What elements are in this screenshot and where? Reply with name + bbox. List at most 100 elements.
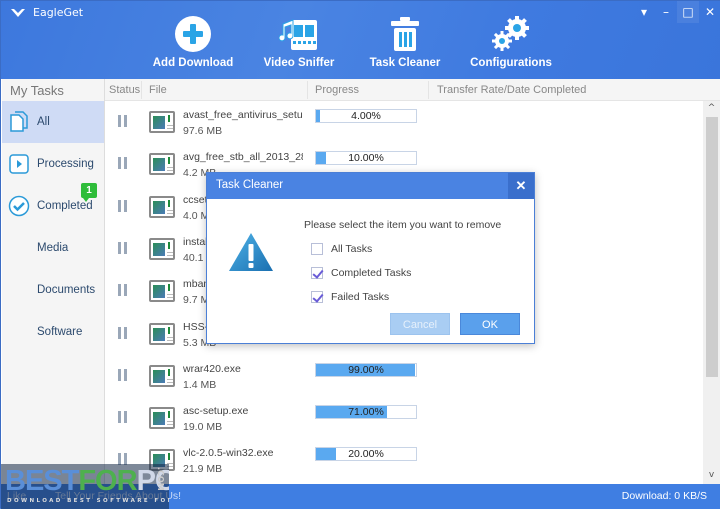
task-file-name: avast_free_antivirus_setup [183, 109, 303, 121]
sidebar-item-completed[interactable]: Completed 1 [2, 183, 104, 227]
task-progress-bar: 10.00% [315, 151, 417, 166]
main-toolbar: Add Download Video Sniffer Task Cleaner … [141, 13, 565, 69]
checkbox-label: All Tasks [331, 243, 373, 255]
file-type-icon [149, 322, 175, 345]
add-download-label: Add Download [152, 57, 234, 69]
pause-icon[interactable] [118, 368, 128, 381]
column-header: Status File Progress Transfer Rate/Date … [105, 79, 720, 101]
eagle-logo-icon [11, 8, 25, 17]
task-row[interactable]: avast_free_antivirus_setup 97.6 MB 4.00% [105, 101, 703, 143]
progress-text: 99.00% [348, 363, 384, 376]
sidebar-title: My Tasks [10, 83, 64, 98]
scroll-down-icon[interactable]: v [703, 470, 720, 484]
app-title: EagleGet [11, 6, 83, 19]
download-speed: Download: 0 KB/S [621, 490, 707, 502]
completed-tasks-checkbox[interactable]: Completed Tasks [311, 267, 411, 279]
task-row[interactable]: asc-setup.exe 19.0 MB 71.00% [105, 397, 703, 439]
failed-tasks-checkbox[interactable]: Failed Tasks [311, 291, 389, 303]
pause-icon[interactable] [118, 326, 128, 339]
pause-icon[interactable] [118, 241, 128, 254]
column-progress[interactable]: Progress [315, 84, 359, 96]
sidebar: My Tasks All Processing Completed 1 Medi… [2, 79, 105, 484]
watermark-part2: FOR [78, 465, 137, 497]
sidebar-item-label: All [37, 116, 50, 128]
sidebar-item-media[interactable]: Media [2, 227, 104, 269]
task-cleaner-dialog: Task Cleaner ✕ Please select the item yo… [206, 172, 535, 344]
watermark-part1: BEST [5, 465, 79, 497]
task-cleaner-label: Task Cleaner [369, 57, 441, 69]
progress-text: 10.00% [348, 152, 384, 165]
column-transfer-rate[interactable]: Transfer Rate/Date Completed [437, 84, 586, 96]
maximize-button[interactable]: □ [677, 1, 699, 23]
sidebar-item-label: Software [37, 326, 83, 338]
file-type-icon [149, 153, 175, 176]
task-file-size: 19.0 MB [183, 421, 223, 434]
file-type-icon [149, 364, 175, 387]
pause-icon[interactable] [118, 284, 128, 297]
plus-circle-icon [175, 16, 211, 52]
window-controls: ▾ – □ ✕ [633, 1, 720, 23]
checkbox-box[interactable] [311, 243, 323, 255]
app-title-text: EagleGet [33, 6, 84, 19]
sidebar-item-processing[interactable]: Processing [2, 143, 104, 185]
completed-count-badge: 1 [81, 183, 97, 202]
checkbox-label: Failed Tasks [331, 291, 390, 303]
check-circle-icon [8, 195, 30, 217]
column-status[interactable]: Status [109, 84, 140, 96]
scroll-up-icon[interactable]: ^ [703, 103, 720, 117]
add-download-button[interactable]: Add Download [141, 13, 245, 69]
task-file-name: avg_free_stb_all_2013_2805 [183, 151, 303, 164]
checkbox-label: Completed Tasks [331, 267, 412, 279]
watermark: BESTFORPC .COM DOWNLOAD BEST SOFTWARE FO… [1, 464, 169, 509]
file-type-icon [149, 280, 175, 303]
file-type-icon [149, 111, 175, 133]
sidebar-item-documents[interactable]: Documents [2, 269, 104, 311]
close-button[interactable]: ✕ [699, 1, 720, 23]
all-tasks-checkbox[interactable]: All Tasks [311, 243, 372, 255]
dialog-message: Please select the item you want to remov… [304, 219, 502, 231]
video-sniffer-label: Video Sniffer [263, 57, 335, 69]
sidebar-item-label: Documents [37, 284, 96, 296]
scroll-thumb[interactable] [706, 117, 718, 377]
dialog-title: Task Cleaner [216, 179, 284, 191]
documents-icon [10, 111, 28, 132]
dialog-close-button[interactable]: ✕ [508, 173, 534, 199]
cancel-button[interactable]: Cancel [390, 313, 450, 335]
vertical-scrollbar[interactable]: ^ v [703, 101, 720, 484]
watermark-tagline: DOWNLOAD BEST SOFTWARE FOREVER [7, 498, 169, 504]
file-type-icon [149, 195, 175, 218]
task-cleaner-button[interactable]: Task Cleaner [353, 13, 457, 69]
film-music-icon [279, 19, 317, 50]
menu-dropdown-button[interactable]: ▾ [633, 1, 655, 23]
trash-icon [391, 17, 419, 51]
task-file-name: vlc-2.0.5-win32.exe [183, 447, 274, 460]
sidebar-item-software[interactable]: Software [2, 311, 104, 353]
column-file[interactable]: File [149, 84, 167, 96]
play-icon [9, 154, 29, 174]
checkbox-box[interactable] [311, 291, 323, 303]
task-row[interactable]: vlc-2.0.5-win32.exe 21.9 MB 20.00% [105, 439, 703, 481]
pause-icon[interactable] [118, 157, 128, 170]
file-type-icon [149, 407, 175, 430]
pause-icon[interactable] [118, 115, 128, 127]
pause-icon[interactable] [118, 411, 128, 424]
sidebar-item-all[interactable]: All [2, 101, 104, 143]
file-type-icon [149, 237, 175, 260]
progress-text: 71.00% [348, 406, 384, 419]
task-row[interactable]: wrar420.exe 1.4 MB 99.00% [105, 355, 703, 397]
sidebar-item-label: Processing [37, 158, 94, 170]
sidebar-item-label: Media [37, 242, 69, 254]
eagleget-window: EagleGet ▾ – □ ✕ Add Download Video Snif… [0, 0, 720, 509]
ok-button[interactable]: OK [460, 313, 520, 335]
minimize-button[interactable]: – [655, 1, 677, 23]
task-progress-bar: 20.00% [315, 447, 417, 462]
configurations-button[interactable]: Configurations [459, 13, 563, 69]
task-file-size: 1.4 MB [183, 378, 217, 391]
checkbox-box[interactable] [311, 267, 323, 279]
task-file-name: wrar420.exe [183, 362, 241, 375]
pause-icon[interactable] [118, 199, 128, 212]
task-file-size: 97.6 MB [183, 125, 223, 137]
warning-icon [229, 233, 273, 271]
configurations-label: Configurations [470, 57, 552, 69]
video-sniffer-button[interactable]: Video Sniffer [247, 13, 351, 69]
